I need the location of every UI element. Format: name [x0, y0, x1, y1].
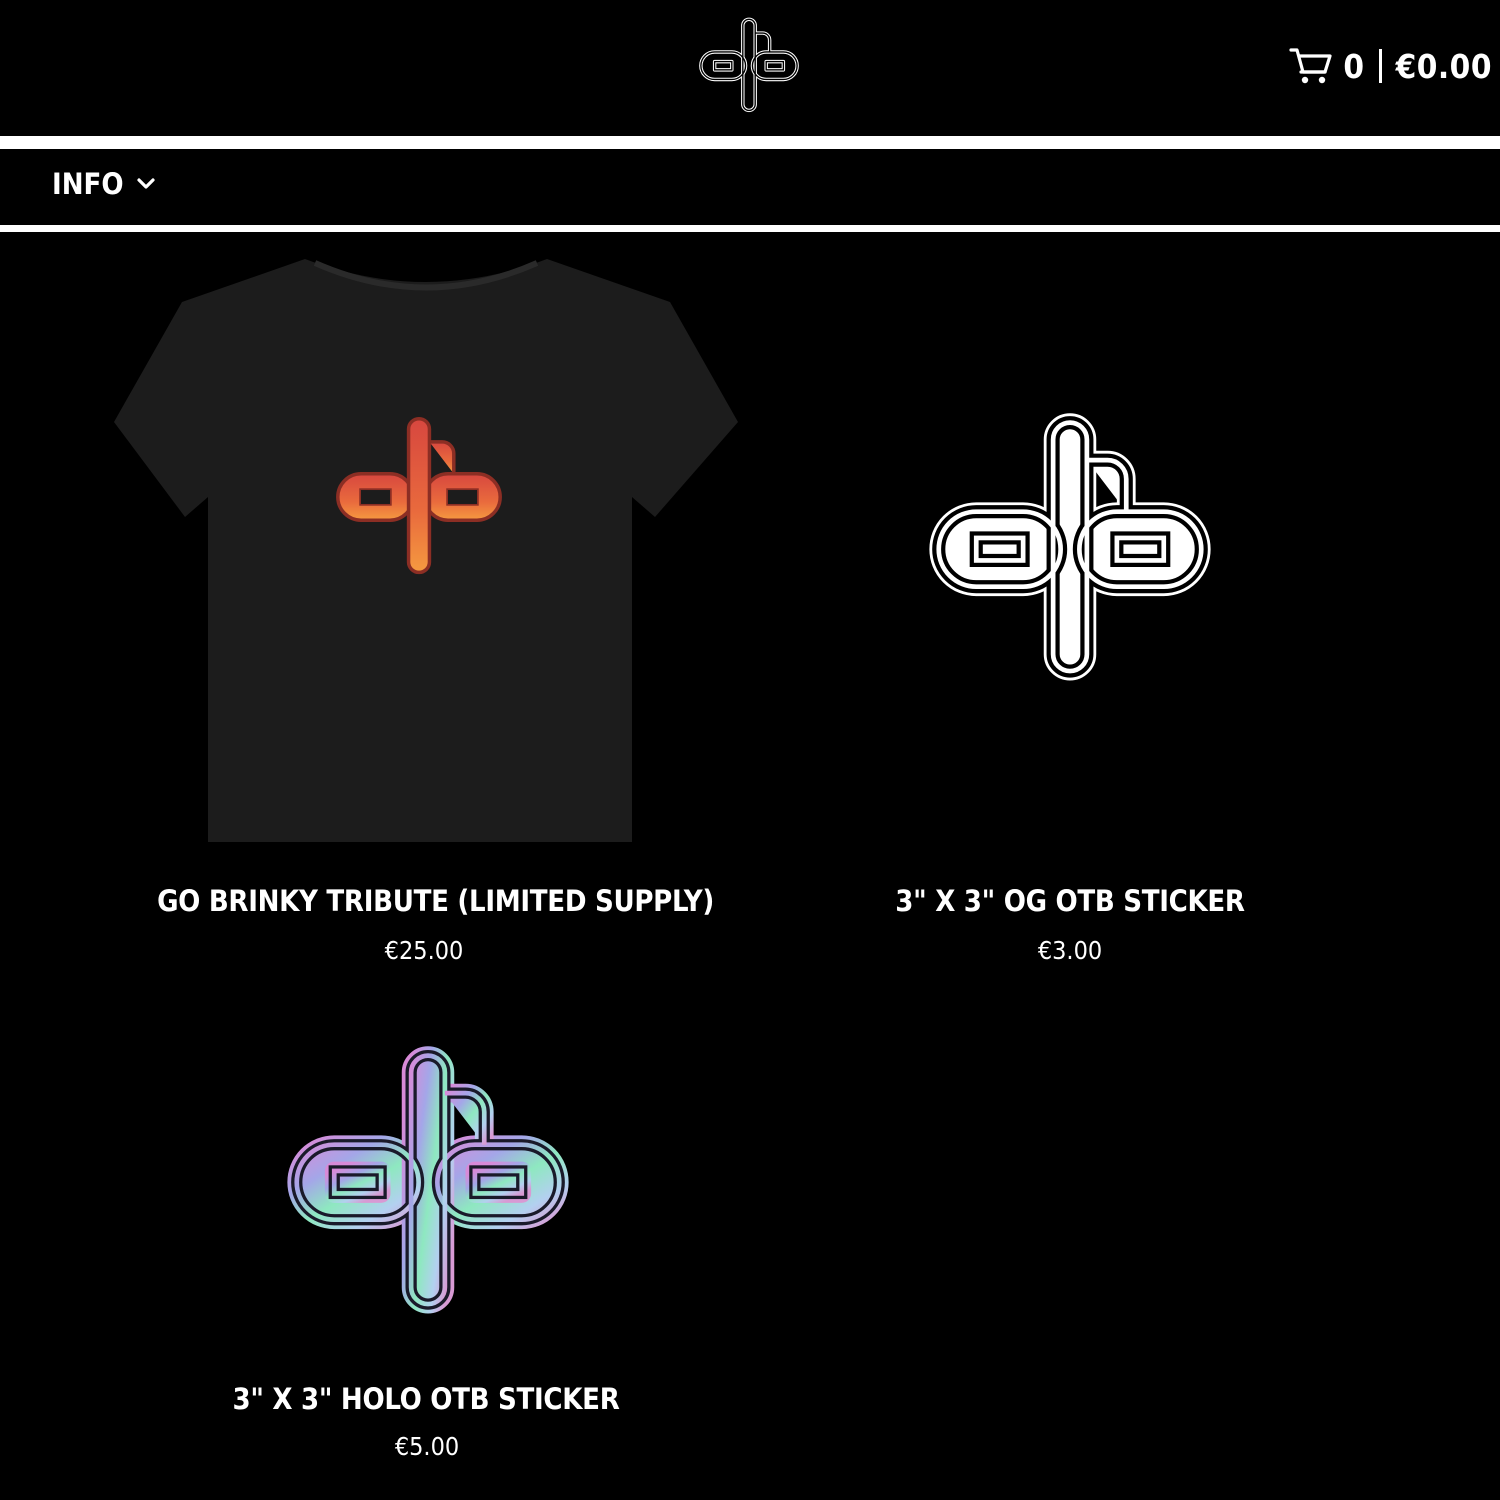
- header-divider: [0, 136, 1500, 149]
- product-title[interactable]: OTB LOGO BRINKY TRIBUTE (LIMITED SUPPLY): [158, 884, 714, 918]
- chevron-down-icon: [136, 178, 155, 189]
- nav-divider: [0, 225, 1500, 232]
- cart-icon: [1289, 48, 1333, 84]
- otb-logo[interactable]: [694, 14, 804, 114]
- og-sticker-image: [920, 402, 1220, 687]
- main-nav: INFO: [0, 149, 1500, 225]
- product-price: €25.00: [384, 936, 464, 965]
- cart-count: 0: [1343, 46, 1365, 86]
- site-header: 0 €0.00: [0, 0, 1500, 136]
- product-title[interactable]: 3" X 3" HOLO OTB STICKER: [226, 1382, 626, 1416]
- product-title[interactable]: 3" X 3" OG OTB STICKER: [870, 884, 1270, 918]
- tshirt-image: [114, 259, 738, 842]
- nav-info-dropdown[interactable]: INFO: [52, 167, 156, 201]
- nav-info-label: INFO: [52, 167, 124, 201]
- product-price: €3.00: [1037, 936, 1103, 965]
- product-card-holo-sticker[interactable]: 3" X 3" HOLO OTB STICKER €5.00: [0, 1000, 850, 1480]
- cart-summary[interactable]: 0 €0.00: [1289, 44, 1492, 88]
- cart-divider: [1378, 49, 1382, 83]
- holo-sticker-image: [278, 1040, 578, 1315]
- product-price: €5.00: [394, 1432, 460, 1461]
- cart-total: €0.00: [1395, 46, 1492, 86]
- product-card-brinky-tee[interactable]: OTB LOGO BRINKY TRIBUTE (LIMITED SUPPLY)…: [0, 232, 850, 992]
- product-card-og-sticker[interactable]: 3" X 3" OG OTB STICKER €3.00: [850, 232, 1500, 992]
